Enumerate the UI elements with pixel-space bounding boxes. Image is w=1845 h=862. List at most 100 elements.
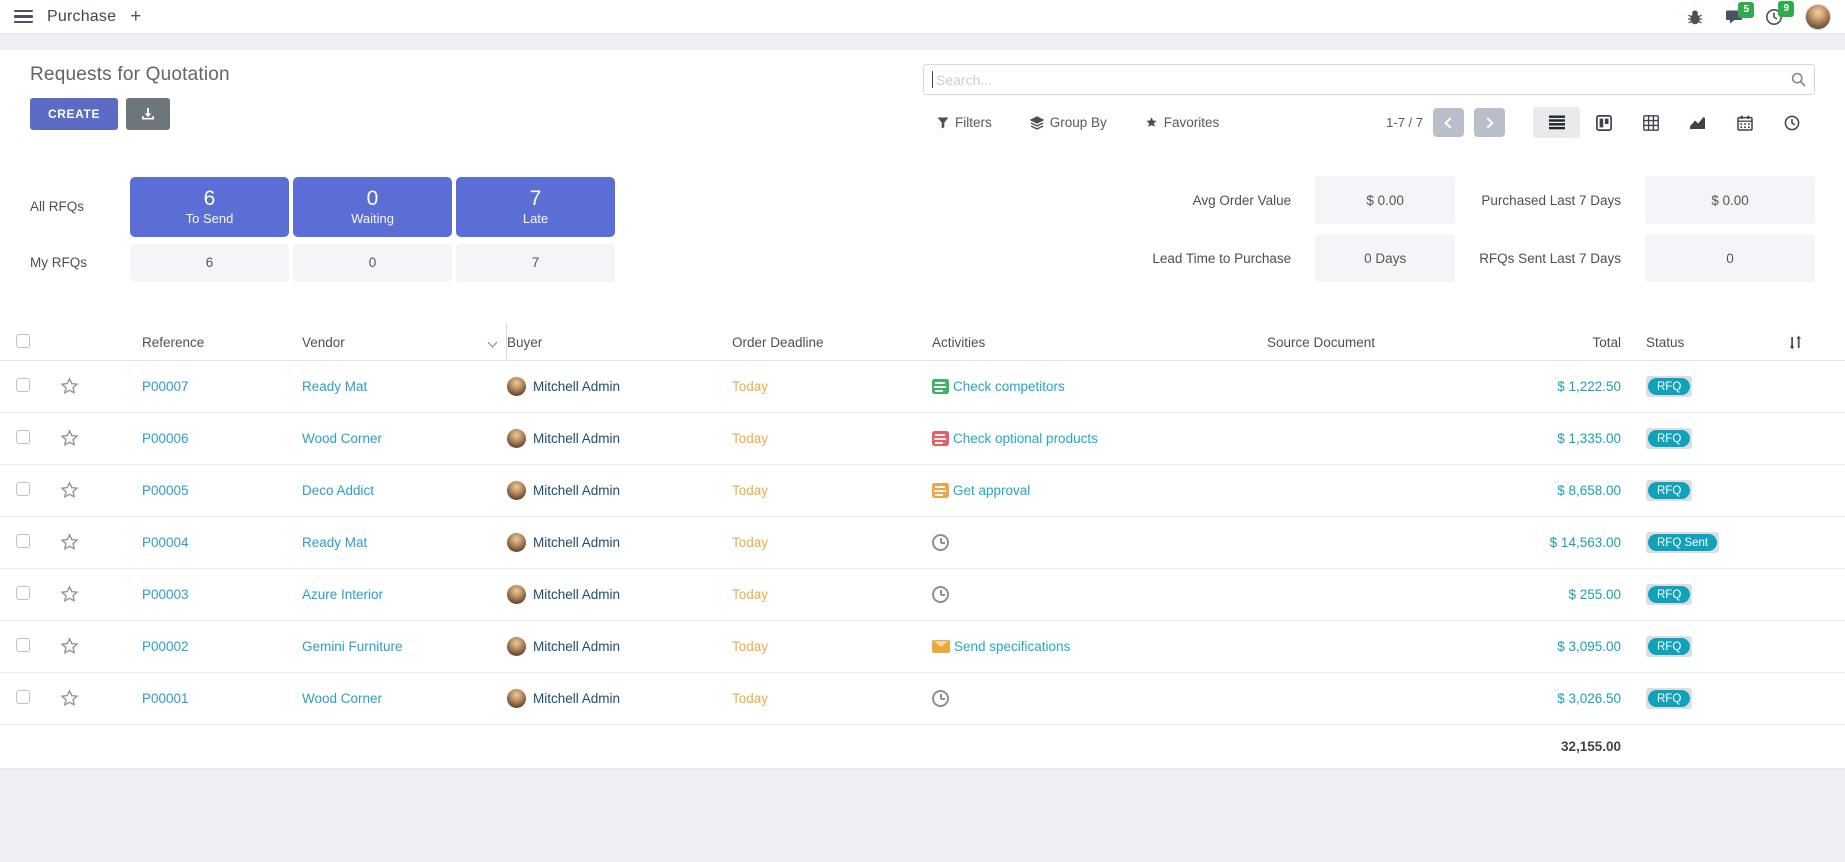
vendor-link[interactable]: Wood Corner [302,431,507,446]
table-row[interactable]: P00004 Ready Mat Mitchell Admin Today $ … [0,517,1845,569]
favorite-star-icon[interactable] [60,481,116,500]
favorite-star-icon[interactable] [60,429,116,448]
kpi-tile-to-send[interactable]: 6 To Send [130,177,289,237]
activity-cell[interactable] [932,534,1267,551]
buyer-cell[interactable]: Mitchell Admin [507,585,732,604]
vendor-link[interactable]: Wood Corner [302,691,507,706]
vendor-link[interactable]: Azure Interior [302,587,507,602]
search-input[interactable] [923,64,1815,95]
select-all-checkbox[interactable] [16,334,30,348]
status-cell: RFQ [1637,376,1749,398]
activities-clock-icon[interactable]: 9 [1765,8,1783,26]
rfq-reference-link[interactable]: P00003 [116,587,302,602]
view-activity-button[interactable] [1768,107,1815,138]
rfq-reference-link[interactable]: P00006 [116,431,302,446]
prev-page-button[interactable] [1433,108,1464,137]
row-checkbox[interactable] [16,430,30,444]
activity-cell[interactable] [932,586,1267,603]
favorite-star-icon[interactable] [60,377,116,396]
table-row[interactable]: P00001 Wood Corner Mitchell Admin Today … [0,673,1845,725]
create-button[interactable]: CREATE [30,98,118,130]
buyer-cell[interactable]: Mitchell Admin [507,689,732,708]
row-checkbox[interactable] [16,690,30,704]
next-page-button[interactable] [1474,108,1505,137]
rfq-reference-link[interactable]: P00007 [116,379,302,394]
pager-text: 1-7 / 7 [1386,115,1423,130]
view-pivot-button[interactable] [1627,107,1674,138]
table-row[interactable]: P00006 Wood Corner Mitchell Admin Today … [0,413,1845,465]
table-row[interactable]: P00005 Deco Addict Mitchell Admin Today … [0,465,1845,517]
filters-label: Filters [955,115,992,130]
buyer-cell[interactable]: Mitchell Admin [507,377,732,396]
vendor-link[interactable]: Gemini Furniture [302,639,507,654]
row-checkbox[interactable] [16,638,30,652]
activity-cell[interactable]: Check optional products [932,431,1267,446]
favorite-star-icon[interactable] [60,637,116,656]
kpi-my-late[interactable]: 7 [456,244,615,282]
column-header-status[interactable]: Status [1637,335,1749,350]
buyer-cell[interactable]: Mitchell Admin [507,533,732,552]
waiting-count: 0 [367,187,379,211]
vendor-link[interactable]: Ready Mat [302,379,507,394]
rfq-reference-link[interactable]: P00005 [116,483,302,498]
favorite-star-icon[interactable] [60,585,116,604]
kpi-tile-waiting[interactable]: 0 Waiting [293,177,452,237]
table-row[interactable]: P00007 Ready Mat Mitchell Admin Today Ch… [0,361,1845,413]
vendor-link[interactable]: Deco Addict [302,483,507,498]
view-graph-button[interactable] [1674,107,1721,138]
table-row[interactable]: P00002 Gemini Furniture Mitchell Admin T… [0,621,1845,673]
row-checkbox[interactable] [16,378,30,392]
rfq-reference-link[interactable]: P00004 [116,535,302,550]
filter-icon [937,117,949,129]
column-header-vendor[interactable]: Vendor [302,324,507,360]
activity-cell[interactable] [932,690,1267,707]
row-checkbox[interactable] [16,534,30,548]
kpi-my-to-send[interactable]: 6 [130,244,289,282]
column-header-activities[interactable]: Activities [932,335,1267,350]
column-header-buyer[interactable]: Buyer [507,335,732,350]
export-button[interactable] [126,98,170,130]
star-icon [1145,116,1158,129]
column-header-deadline[interactable]: Order Deadline [732,335,932,350]
buyer-cell[interactable]: Mitchell Admin [507,481,732,500]
view-calendar-button[interactable] [1721,107,1768,138]
row-checkbox[interactable] [16,586,30,600]
table-footer-row: 32,155.00 [0,725,1845,769]
activity-cell[interactable]: Check competitors [932,379,1267,394]
rfq-reference-link[interactable]: P00002 [116,639,302,654]
row-checkbox[interactable] [16,482,30,496]
table-row[interactable]: P00003 Azure Interior Mitchell Admin Tod… [0,569,1845,621]
menu-icon[interactable] [14,10,33,23]
rfq-reference-link[interactable]: P00001 [116,691,302,706]
bug-icon[interactable] [1687,9,1703,25]
order-deadline: Today [732,379,932,394]
plus-icon[interactable]: + [130,7,141,26]
favorites-button[interactable]: Favorites [1145,115,1220,130]
user-avatar[interactable] [1805,4,1831,30]
buyer-cell[interactable]: Mitchell Admin [507,637,732,656]
group-by-button[interactable]: Group By [1030,115,1107,130]
kpi-my-waiting[interactable]: 0 [293,244,452,282]
purchased-7days-label: Purchased Last 7 Days [1479,193,1621,208]
search-icon[interactable] [1791,72,1806,87]
view-list-button[interactable] [1533,107,1580,138]
column-header-reference[interactable]: Reference [116,335,302,350]
favorite-star-icon[interactable] [60,533,116,552]
column-header-source[interactable]: Source Document [1267,335,1517,350]
optional-columns-button[interactable] [1788,335,1829,350]
status-cell: RFQ [1637,636,1749,658]
messages-icon[interactable]: 5 [1725,9,1743,25]
vendor-link[interactable]: Ready Mat [302,535,507,550]
buyer-cell[interactable]: Mitchell Admin [507,429,732,448]
column-header-total[interactable]: Total [1517,335,1637,350]
adjust-columns-icon [1788,335,1803,350]
app-name[interactable]: Purchase [47,8,116,26]
view-kanban-button[interactable] [1580,107,1627,138]
activity-label: Send specifications [954,639,1070,654]
activity-cell[interactable]: Send specifications [932,639,1267,654]
chevron-down-icon [488,337,498,347]
kpi-tile-late[interactable]: 7 Late [456,177,615,237]
favorite-star-icon[interactable] [60,689,116,708]
filters-button[interactable]: Filters [937,115,992,130]
activity-cell[interactable]: Get approval [932,483,1267,498]
